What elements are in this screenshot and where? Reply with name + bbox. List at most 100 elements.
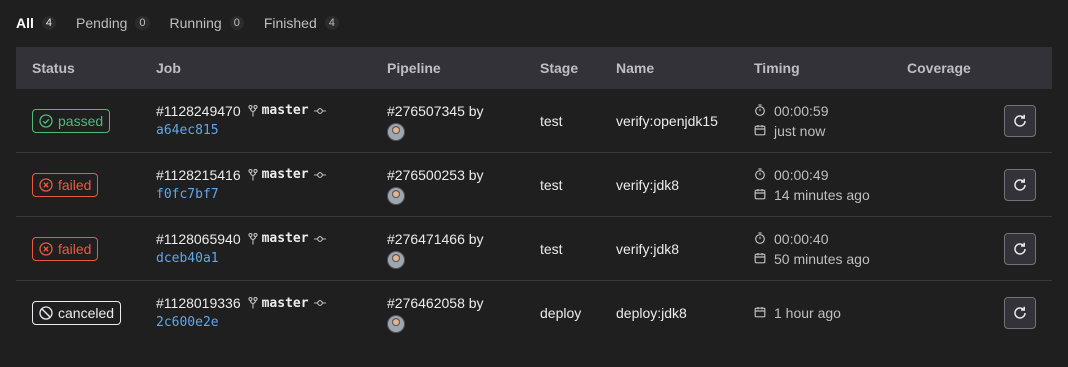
job-name: verify:jdk8 [616,240,680,257]
status-cell: failed [32,172,99,197]
column-header-job: Job [156,60,181,76]
table-body: passed #1128249470 master a64ec815 #2765… [16,89,1052,345]
calendar-icon [754,251,774,267]
avatar[interactable] [387,315,405,333]
duration-value: 00:00:40 [774,230,829,247]
finished-value: 1 hour ago [774,305,841,321]
job-name: deploy:jdk8 [616,305,687,321]
job-status-tabs: All 4 Pending 0 Running 0 Finished 4 [16,0,1052,46]
status-badge-failed[interactable]: failed [32,172,99,197]
pipeline-link[interactable]: #276462058 by [387,293,484,313]
branch-link[interactable]: master [262,103,309,118]
column-header-timing: Timing [754,60,800,76]
actions-cell [1004,297,1036,329]
finished-value: 14 minutes ago [774,186,870,203]
status-cell: canceled [32,301,122,325]
retry-icon [1012,241,1028,257]
table-row: failed #1128065940 master dceb40a1 #2764… [16,217,1052,281]
commit-icon [309,298,326,308]
retry-button[interactable] [1004,232,1036,265]
timing-cell: 00:00:40 50 minutes ago [754,229,870,269]
pipeline-link[interactable]: #276507345 by [387,101,484,121]
pipeline-cell: #276507345 by [387,101,484,141]
retry-button[interactable] [1004,104,1036,137]
status-cell: failed [32,236,99,261]
status-failed-icon [39,241,58,256]
tab-finished[interactable]: Finished 4 [264,0,339,46]
status-badge-failed[interactable]: failed [32,236,99,261]
tab-count-badge: 4 [41,16,57,30]
retry-button[interactable] [1004,168,1036,201]
timer-icon [754,103,774,119]
commit-icon [309,234,326,244]
duration-value: 00:00:49 [774,166,829,183]
status-badge-canceled[interactable]: canceled [32,301,122,325]
avatar[interactable] [387,122,405,141]
job-id-link[interactable]: #1128019336 [156,295,241,311]
finished-value: 50 minutes ago [774,250,870,267]
table-header: Status Job Pipeline Stage Name Timing Co… [16,47,1052,89]
pipeline-link[interactable]: #276500253 by [387,165,484,185]
duration-value: 00:00:59 [774,102,829,119]
status-failed-icon [39,177,58,192]
status-badge-passed[interactable]: passed [32,108,111,133]
status-label: failed [58,240,92,257]
timer-icon [754,231,774,247]
branch-link[interactable]: master [262,167,309,182]
tab-label: Finished [263,15,317,31]
pipeline-cell: #276471466 by [387,229,484,269]
retry-icon [1012,177,1028,193]
table-row: canceled #1128019336 master 2c600e2e #27… [16,281,1052,345]
stage-value: test [540,240,563,257]
avatar[interactable] [387,186,405,205]
avatar[interactable] [387,250,405,269]
branch-icon [241,168,262,181]
calendar-icon [754,187,774,203]
tab-all[interactable]: All 4 [16,0,57,46]
table-row: passed #1128249470 master a64ec815 #2765… [16,89,1052,153]
duration: 00:00:40 [754,229,870,249]
actions-cell [1004,104,1036,137]
finished-time: just now [754,121,829,141]
retry-icon [1012,113,1028,129]
finished-value: just now [774,122,826,139]
tab-count-badge: 0 [229,16,244,30]
pipeline-link[interactable]: #276471466 by [387,229,484,249]
stage-value: deploy [540,305,582,321]
pipeline-cell: #276462058 by [387,293,484,333]
job-id-link[interactable]: #1128249470 [156,103,241,119]
status-label: failed [58,176,92,193]
commit-sha-link[interactable]: dceb40a1 [156,249,326,269]
tab-label: All [16,15,34,31]
job-cell: #1128215416 master f0fc7bf7 [156,165,326,205]
job-cell: #1128065940 master dceb40a1 [156,229,326,269]
status-cell: passed [32,108,111,133]
tab-running[interactable]: Running 0 [170,0,244,46]
commit-sha-link[interactable]: f0fc7bf7 [156,185,326,205]
jobs-table: Status Job Pipeline Stage Name Timing Co… [16,47,1052,345]
duration: 00:00:59 [754,101,829,121]
commit-icon [309,170,326,180]
column-header-name: Name [616,60,655,76]
job-id-link[interactable]: #1128215416 [156,167,241,183]
job-id-link[interactable]: #1128065940 [156,231,241,247]
branch-icon [241,297,262,309]
commit-sha-link[interactable]: 2c600e2e [156,313,326,333]
branch-icon [241,104,262,117]
pipeline-cell: #276500253 by [387,165,484,205]
duration: 00:00:49 [754,165,870,185]
calendar-icon [754,305,774,321]
retry-button[interactable] [1004,297,1036,329]
commit-sha-link[interactable]: a64ec815 [156,121,326,141]
branch-link[interactable]: master [262,296,309,311]
stage-value: test [540,176,563,193]
status-label: canceled [58,305,115,321]
column-header-coverage: Coverage [907,60,971,76]
stage-value: test [540,112,563,129]
tab-label: Pending [76,15,128,31]
job-name: verify:openjdk15 [616,112,718,129]
tab-pending[interactable]: Pending 0 [76,0,150,46]
branch-link[interactable]: master [262,231,309,246]
timing-cell: 1 hour ago [754,303,841,323]
status-canceled-icon [39,306,58,320]
